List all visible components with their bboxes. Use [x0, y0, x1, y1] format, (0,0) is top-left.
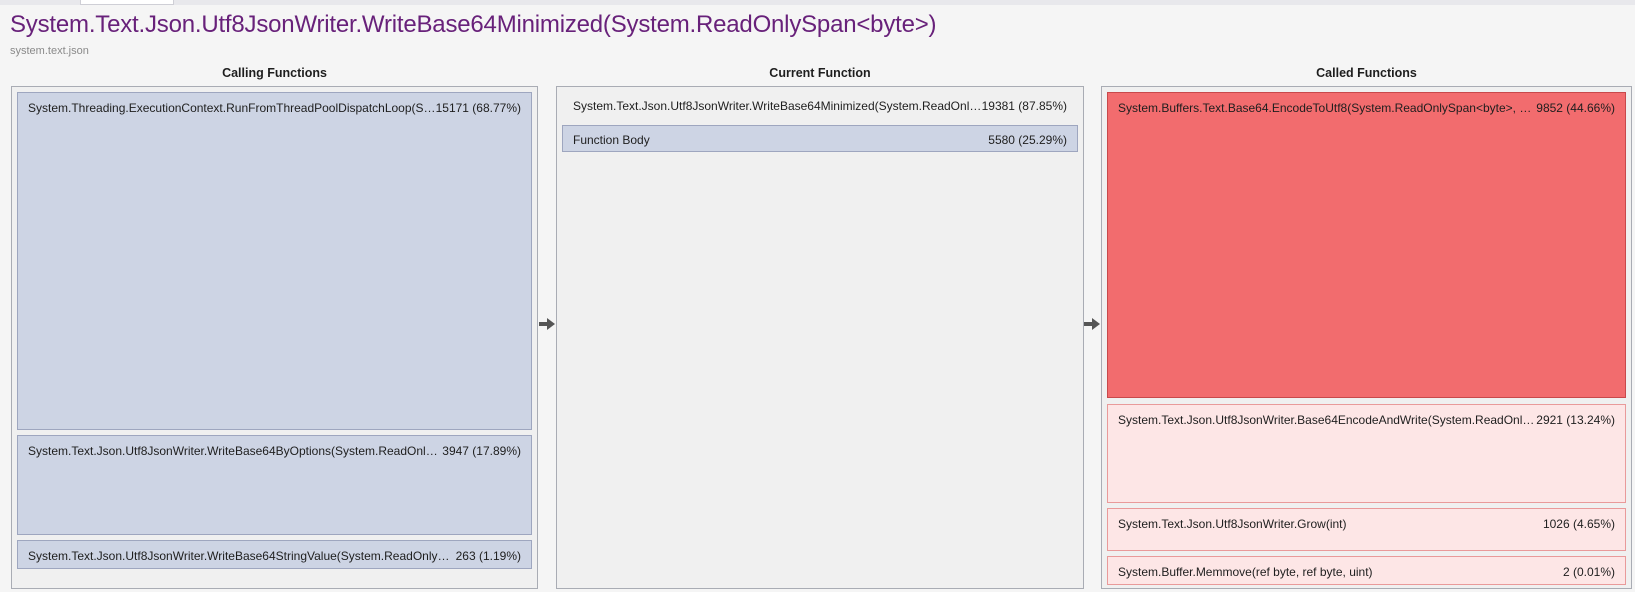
callee-name: System.Buffer.Memmove(ref byte, ref byte… — [1118, 565, 1373, 579]
document-tab-strip — [0, 0, 1635, 5]
callee-samples: 9852 (44.66%) — [1536, 101, 1615, 115]
calling-functions-panel: System.Threading.ExecutionContext.RunFro… — [11, 86, 538, 589]
current-function-name: System.Text.Json.Utf8JsonWriter.WriteBas… — [573, 99, 983, 113]
caller-samples: 263 (1.19%) — [455, 549, 521, 563]
current-function-panel: System.Text.Json.Utf8JsonWriter.WriteBas… — [556, 86, 1084, 589]
function-body-node[interactable]: Function Body 5580 (25.29%) — [562, 125, 1078, 152]
right-arrow-icon — [539, 318, 555, 330]
current-function-samples: 19381 (87.85%) — [981, 99, 1067, 113]
caller-name: System.Threading.ExecutionContext.RunFro… — [28, 101, 438, 115]
callee-name: System.Text.Json.Utf8JsonWriter.Grow(int… — [1118, 517, 1347, 531]
callee-samples: 2 (0.01%) — [1562, 565, 1615, 579]
caller-node[interactable]: System.Threading.ExecutionContext.RunFro… — [17, 92, 532, 430]
callee-name: System.Text.Json.Utf8JsonWriter.Base64En… — [1118, 413, 1538, 427]
callee-node[interactable]: System.Buffer.Memmove(ref byte, ref byte… — [1107, 556, 1626, 585]
callee-node[interactable]: System.Text.Json.Utf8JsonWriter.Grow(int… — [1107, 508, 1626, 551]
module-name: system.text.json — [10, 45, 89, 57]
caller-samples: 15171 (68.77%) — [435, 101, 521, 115]
function-body-label: Function Body — [573, 133, 650, 147]
called-functions-header: Called Functions — [1316, 66, 1417, 80]
active-tab[interactable] — [80, 0, 174, 5]
function-body-samples: 5580 (25.29%) — [988, 133, 1067, 147]
callee-name: System.Buffers.Text.Base64.EncodeToUtf8(… — [1118, 101, 1538, 115]
page-title: System.Text.Json.Utf8JsonWriter.WriteBas… — [10, 11, 937, 38]
called-functions-panel: System.Buffers.Text.Base64.EncodeToUtf8(… — [1101, 86, 1632, 589]
current-function-node[interactable]: System.Text.Json.Utf8JsonWriter.WriteBas… — [562, 90, 1078, 118]
callee-node[interactable]: System.Buffers.Text.Base64.EncodeToUtf8(… — [1107, 92, 1626, 398]
callee-node[interactable]: System.Text.Json.Utf8JsonWriter.Base64En… — [1107, 404, 1626, 503]
right-arrow-icon — [1084, 318, 1100, 330]
callee-samples: 2921 (13.24%) — [1536, 413, 1615, 427]
caller-name: System.Text.Json.Utf8JsonWriter.WriteBas… — [28, 549, 453, 563]
caller-name: System.Text.Json.Utf8JsonWriter.WriteBas… — [28, 444, 443, 458]
caller-samples: 3947 (17.89%) — [442, 444, 521, 458]
callee-samples: 1026 (4.65%) — [1542, 517, 1615, 531]
caller-node[interactable]: System.Text.Json.Utf8JsonWriter.WriteBas… — [17, 540, 532, 569]
current-function-header: Current Function — [769, 66, 871, 80]
calling-functions-header: Calling Functions — [222, 66, 327, 80]
caller-node[interactable]: System.Text.Json.Utf8JsonWriter.WriteBas… — [17, 435, 532, 535]
